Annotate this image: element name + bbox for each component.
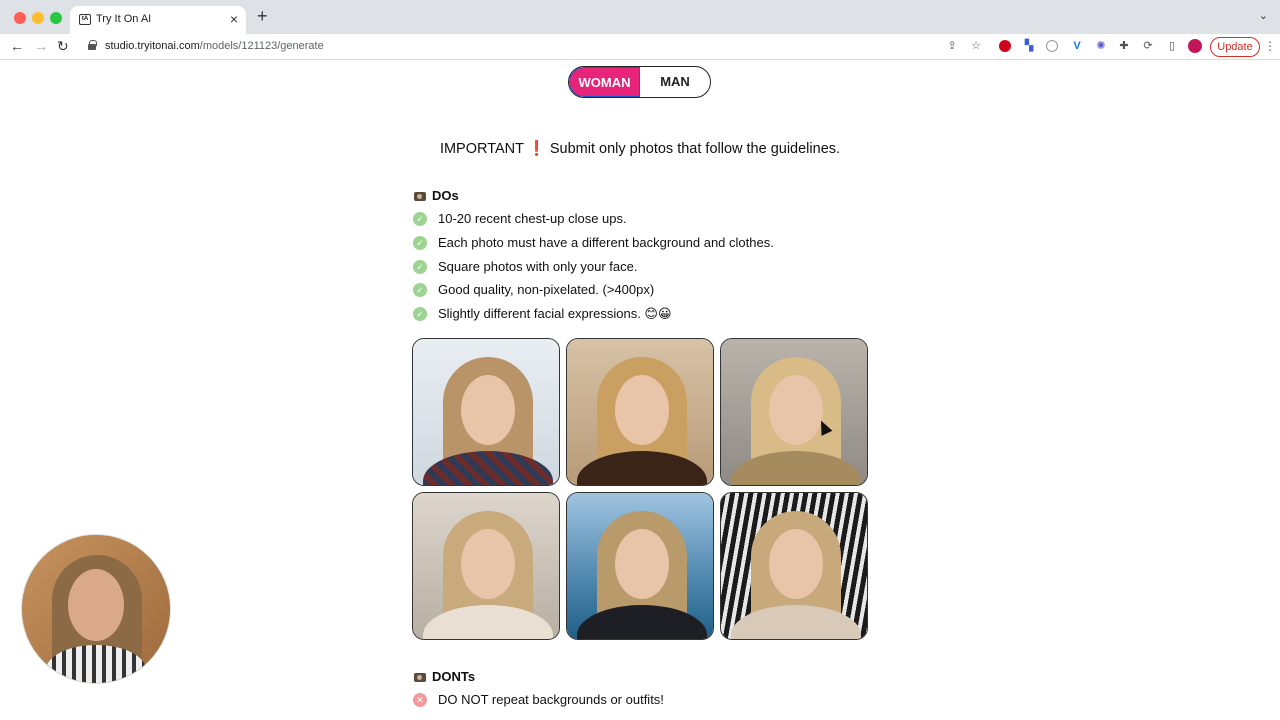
tab-title: Try It On AI <box>96 13 152 25</box>
url-path: /models/121123/generate <box>199 40 324 52</box>
gear-extension-icon[interactable]: ✺ <box>1094 39 1108 53</box>
lock-icon[interactable] <box>88 40 97 50</box>
more-menu-icon[interactable]: ⋮ <box>1264 39 1276 53</box>
browser-tab-bar: tA Try It On AI × + ⌄ <box>0 0 1280 34</box>
man-toggle-button[interactable]: MAN <box>640 67 710 97</box>
example-photo <box>566 338 714 486</box>
browser-toolbar: ← → ↻ studio.tryitonai.com/models/121123… <box>0 34 1280 60</box>
important-text: Submit only photos that follow the guide… <box>549 141 841 157</box>
important-lead: IMPORTANT <box>439 141 524 157</box>
do-item-text: 10-20 recent chest-up close ups. <box>438 211 627 226</box>
reload-icon[interactable]: ↻ <box>57 38 69 55</box>
example-photo <box>412 338 560 486</box>
extensions-puzzle-icon[interactable]: ✚ <box>1117 39 1131 53</box>
example-photo <box>720 492 868 640</box>
maximize-window-icon[interactable] <box>50 12 62 24</box>
example-photo <box>720 338 868 486</box>
do-item-text: Square photos with only your face. <box>438 259 638 274</box>
opera-extension-icon[interactable] <box>999 40 1011 52</box>
donts-heading: DONTs <box>414 669 475 684</box>
exclamation-icon: ❗ <box>527 141 546 157</box>
important-notice: IMPORTANT ❗ Submit only photos that foll… <box>0 140 1280 157</box>
browser-tab[interactable]: tA Try It On AI × <box>70 6 246 34</box>
update-button[interactable]: Update <box>1210 37 1260 57</box>
site-favicon-icon: tA <box>79 14 91 25</box>
ghost-extension-icon[interactable] <box>1046 40 1058 52</box>
cross-icon: ✕ <box>413 693 427 707</box>
gender-toggle: WOMAN MAN <box>568 66 711 98</box>
do-item-text: Each photo must have a different backgro… <box>438 235 774 250</box>
dos-heading: DOs <box>414 188 459 203</box>
check-icon: ✓ <box>413 260 427 274</box>
check-icon: ✓ <box>413 307 427 321</box>
profile-avatar[interactable] <box>1188 39 1202 53</box>
camera-icon <box>414 673 426 682</box>
example-photo <box>566 492 714 640</box>
minimize-window-icon[interactable] <box>32 12 44 24</box>
tab-search-chevron-icon[interactable]: ⌄ <box>1259 9 1268 22</box>
check-icon: ✓ <box>413 236 427 250</box>
example-photo <box>412 492 560 640</box>
do-item-text: Slightly different facial expressions. 😊… <box>438 306 672 321</box>
share-icon[interactable]: ⇪ <box>945 39 959 53</box>
dont-item-text: DO NOT repeat backgrounds or outfits! <box>438 692 664 707</box>
back-arrow-icon[interactable]: ← <box>10 38 24 54</box>
vpn-extension-icon[interactable]: V <box>1070 39 1084 53</box>
donts-title: DONTs <box>432 669 476 684</box>
presenter-webcam <box>22 535 170 683</box>
close-tab-icon[interactable]: × <box>230 11 238 27</box>
woman-toggle-button[interactable]: WOMAN <box>569 67 640 97</box>
check-icon: ✓ <box>413 283 427 297</box>
check-icon: ✓ <box>413 212 427 226</box>
close-window-icon[interactable] <box>14 12 26 24</box>
url-host: studio.tryitonai.com <box>105 40 200 52</box>
translate-extension-icon[interactable]: ▚ <box>1022 39 1036 53</box>
dos-title: DOs <box>432 188 459 203</box>
camera-icon <box>414 192 426 201</box>
bookmark-star-icon[interactable]: ☆ <box>969 39 983 53</box>
forward-arrow-icon[interactable]: → <box>34 38 48 54</box>
side-panel-icon[interactable]: ▯ <box>1165 39 1179 53</box>
new-tab-icon[interactable]: + <box>257 6 268 27</box>
sync-icon[interactable]: ⟳ <box>1141 39 1155 53</box>
do-item-text: Good quality, non-pixelated. (>400px) <box>438 282 655 297</box>
address-bar[interactable]: studio.tryitonai.com/models/121123/gener… <box>105 40 324 52</box>
